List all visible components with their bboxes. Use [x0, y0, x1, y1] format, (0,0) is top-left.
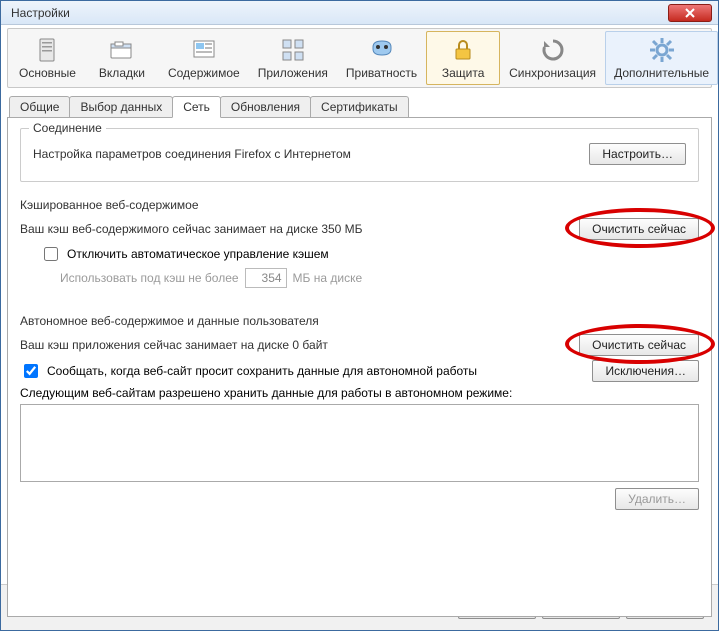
cache-limit-prefix: Использовать под кэш не более: [60, 271, 239, 285]
tab-general[interactable]: Общие: [9, 96, 70, 117]
delete-offline-site-button[interactable]: Удалить…: [615, 488, 699, 510]
advanced-tab-row: Общие Выбор данных Сеть Обновления Серти…: [7, 96, 712, 117]
category-toolbar: Основные Вкладки Содержимое Приложения: [7, 28, 712, 88]
override-cache-input[interactable]: [44, 247, 58, 261]
category-sync[interactable]: Синхронизация: [500, 31, 605, 85]
settings-window: Настройки Основные Вкладки: [0, 0, 719, 631]
offline-sites-list[interactable]: [20, 404, 699, 482]
offline-sites-description: Следующим веб-сайтам разрешено хранить д…: [20, 386, 699, 400]
gear-icon: [614, 36, 709, 64]
offline-group: Автономное веб-содержимое и данные польз…: [20, 310, 699, 516]
clear-offline-button[interactable]: Очистить сейчас: [579, 334, 699, 356]
clear-cache-button[interactable]: Очистить сейчас: [579, 218, 699, 240]
category-apps[interactable]: Приложения: [249, 31, 337, 85]
tab-network[interactable]: Сеть: [172, 96, 221, 118]
cache-limit-input[interactable]: [245, 268, 287, 288]
category-label: Синхронизация: [509, 66, 596, 80]
cache-status-text: Ваш кэш веб-содержимого сейчас занимает …: [20, 222, 363, 236]
sync-icon: [509, 36, 596, 64]
category-label: Дополнительные: [614, 66, 709, 80]
content-icon: [168, 36, 240, 64]
category-label: Приватность: [346, 66, 417, 80]
category-label: Приложения: [258, 66, 328, 80]
connection-group: Соединение Настройка параметров соединен…: [20, 128, 699, 182]
category-label: Вкладки: [94, 66, 150, 80]
tabs-icon: [94, 36, 150, 64]
group-title: Автономное веб-содержимое и данные польз…: [20, 314, 699, 328]
privacy-icon: [346, 36, 417, 64]
cache-limit-suffix: МБ на диске: [293, 271, 363, 285]
category-label: Основные: [19, 66, 76, 80]
title-bar: Настройки: [1, 1, 718, 25]
tab-certificates[interactable]: Сертификаты: [310, 96, 409, 117]
override-cache-label: Отключить автоматическое управление кэше…: [67, 247, 329, 261]
category-tabs[interactable]: Вкладки: [85, 31, 159, 85]
offline-status-text: Ваш кэш приложения сейчас занимает на ди…: [20, 338, 328, 352]
close-icon: [685, 8, 695, 18]
window-title: Настройки: [11, 6, 668, 20]
window-close-button[interactable]: [668, 4, 712, 22]
network-tab-panel: Соединение Настройка параметров соединен…: [7, 117, 712, 617]
tab-data-choices[interactable]: Выбор данных: [69, 96, 173, 117]
tab-updates[interactable]: Обновления: [220, 96, 311, 117]
apps-icon: [258, 36, 328, 64]
cache-group: Кэшированное веб-содержимое Ваш кэш веб-…: [20, 194, 699, 298]
lock-icon: [435, 36, 491, 64]
category-security[interactable]: Защита: [426, 31, 500, 85]
notify-offline-input[interactable]: [24, 364, 38, 378]
category-general[interactable]: Основные: [10, 31, 85, 85]
category-content[interactable]: Содержимое: [159, 31, 249, 85]
notify-offline-label: Сообщать, когда веб-сайт просит сохранит…: [47, 364, 477, 378]
content-area: Основные Вкладки Содержимое Приложения: [1, 25, 718, 623]
offline-exceptions-button[interactable]: Исключения…: [592, 360, 699, 382]
configure-connection-button[interactable]: Настроить…: [589, 143, 686, 165]
connection-description: Настройка параметров соединения Firefox …: [33, 147, 351, 161]
override-cache-checkbox[interactable]: Отключить автоматическое управление кэше…: [40, 244, 329, 264]
category-advanced[interactable]: Дополнительные: [605, 31, 718, 85]
category-privacy[interactable]: Приватность: [337, 31, 426, 85]
group-title: Соединение: [29, 121, 106, 135]
category-label: Защита: [435, 66, 491, 80]
group-title: Кэшированное веб-содержимое: [20, 198, 699, 212]
category-label: Содержимое: [168, 66, 240, 80]
general-icon: [19, 36, 76, 64]
notify-offline-checkbox[interactable]: Сообщать, когда веб-сайт просит сохранит…: [20, 361, 477, 381]
